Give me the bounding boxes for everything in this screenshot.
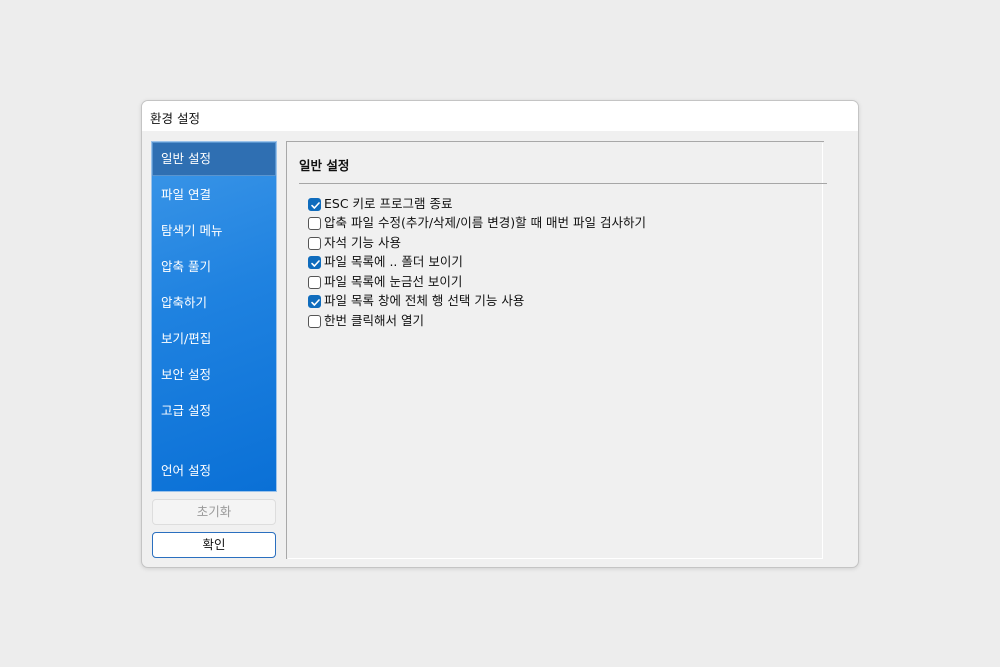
panel-title: 일반 설정 (299, 158, 350, 173)
option-label: 한번 클릭해서 열기 (324, 313, 424, 328)
sidebar-item-language[interactable]: 언어 설정 (152, 454, 276, 488)
sidebar-item-extract[interactable]: 압축 풀기 (152, 250, 276, 284)
reset-button[interactable]: 초기화 (152, 499, 276, 525)
checkbox-checked-icon[interactable] (308, 256, 321, 269)
option-label: 파일 목록에 .. 폴더 보이기 (324, 254, 463, 269)
option-label: 파일 목록에 눈금선 보이기 (324, 274, 463, 289)
sidebar-item-advanced[interactable]: 고급 설정 (152, 394, 276, 428)
ok-button[interactable]: 확인 (152, 532, 276, 558)
checkbox-checked-icon[interactable] (308, 198, 321, 211)
checkbox-unchecked-icon[interactable] (308, 276, 321, 289)
sidebar-item-view-edit[interactable]: 보기/편집 (152, 322, 276, 356)
option-label: 자석 기능 사용 (324, 235, 401, 250)
sidebar-item-security[interactable]: 보안 설정 (152, 358, 276, 392)
sidebar-item-general[interactable]: 일반 설정 (152, 142, 276, 176)
title-bar[interactable]: 환경 설정 (142, 101, 858, 131)
option-label: 압축 파일 수정(추가/삭제/이름 변경)할 때 매번 파일 검사하기 (324, 215, 646, 230)
sidebar-item-file-association[interactable]: 파일 연결 (152, 178, 276, 212)
settings-panel: 일반 설정 ESC 키로 프로그램 종료 압축 파일 수정(추가/삭제/이름 변… (286, 141, 827, 559)
checkbox-checked-icon[interactable] (308, 295, 321, 308)
sidebar-item-explorer-menu[interactable]: 탐색기 메뉴 (152, 214, 276, 248)
settings-sidebar: 일반 설정 파일 연결 탐색기 메뉴 압축 풀기 압축하기 보기/편집 보안 설… (151, 141, 277, 492)
settings-dialog: 환경 설정 일반 설정 파일 연결 탐색기 메뉴 압축 풀기 압축하기 보기/편… (141, 100, 859, 568)
checkbox-unchecked-icon[interactable] (308, 315, 321, 328)
title-divider (299, 183, 827, 184)
sidebar-item-compress[interactable]: 압축하기 (152, 286, 276, 320)
option-label: ESC 키로 프로그램 종료 (324, 196, 453, 211)
settings-panel-body: 일반 설정 ESC 키로 프로그램 종료 압축 파일 수정(추가/삭제/이름 변… (288, 143, 827, 559)
option-label: 파일 목록 창에 전체 행 선택 기능 사용 (324, 293, 525, 308)
window-title: 환경 설정 (150, 111, 200, 126)
checkbox-unchecked-icon[interactable] (308, 237, 321, 250)
checkbox-unchecked-icon[interactable] (308, 217, 321, 230)
